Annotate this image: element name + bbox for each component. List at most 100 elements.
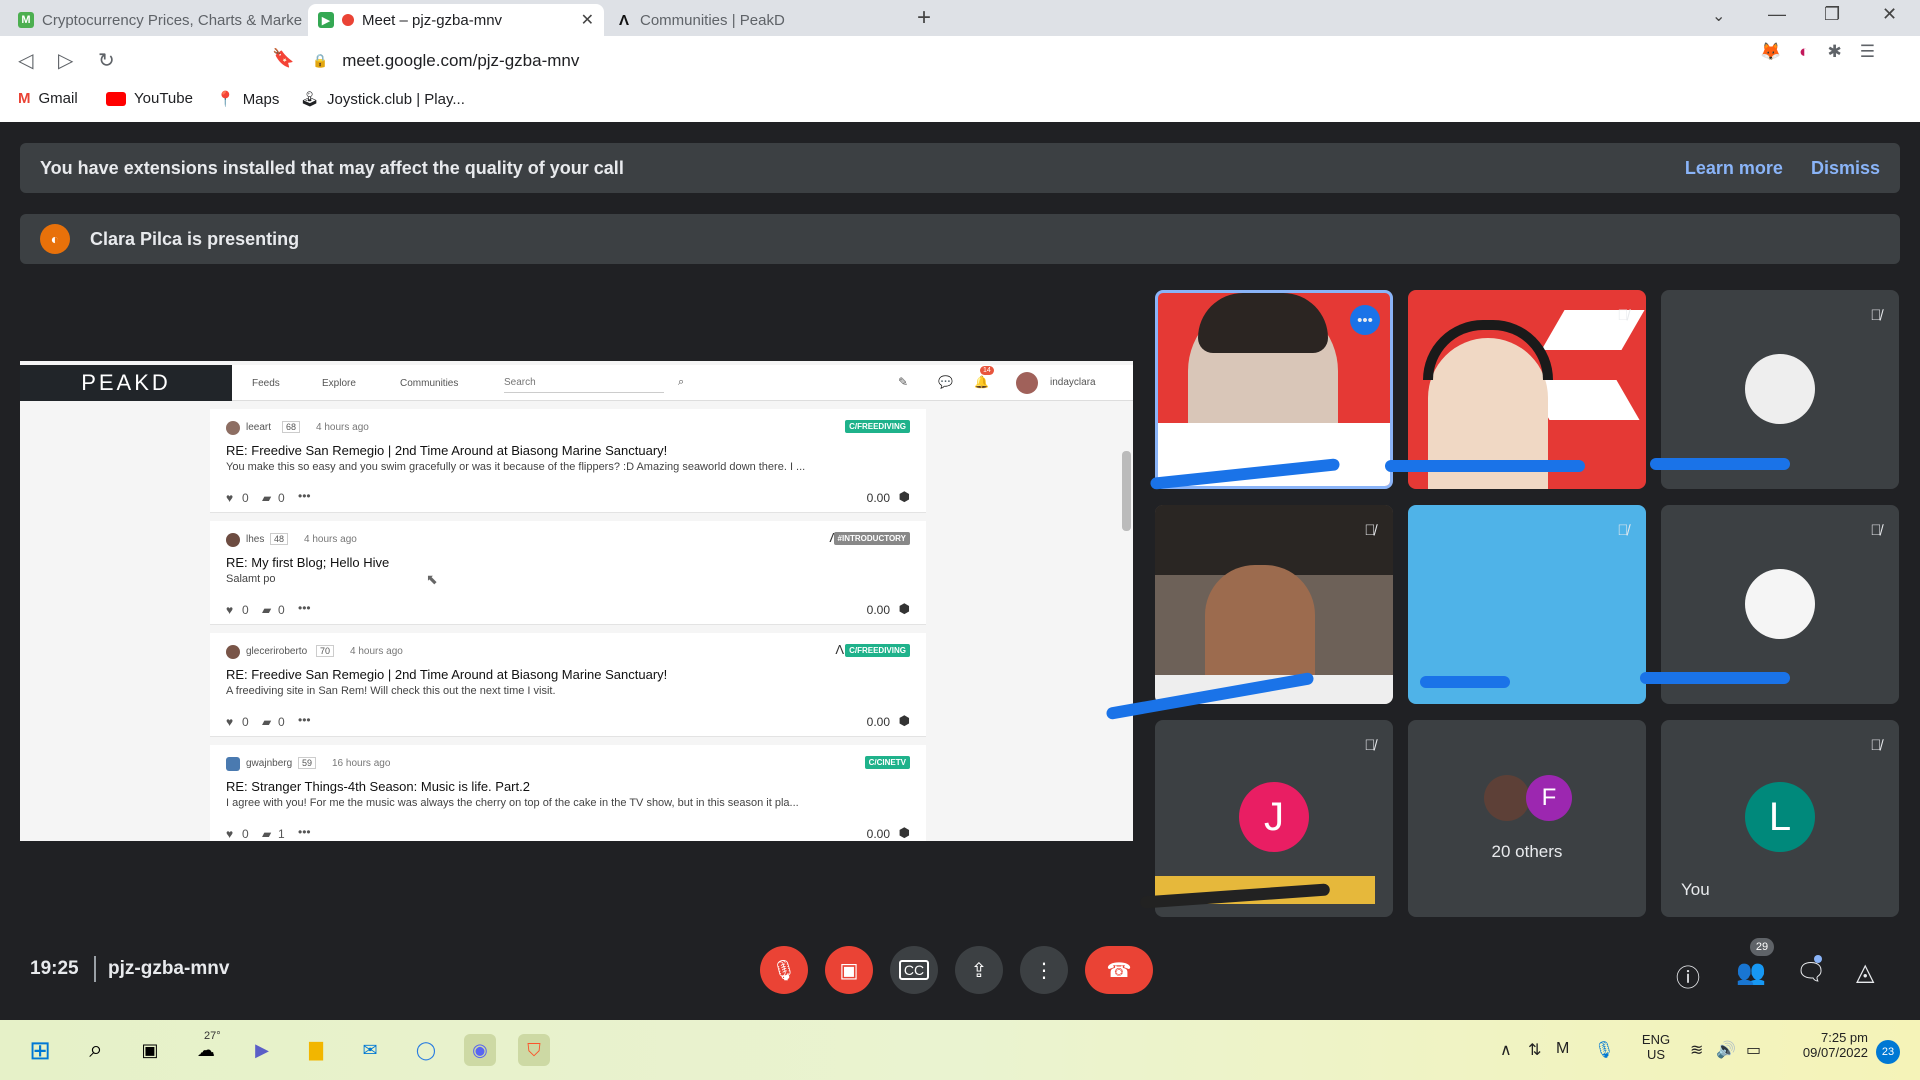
people-icon[interactable]: 👥 xyxy=(1736,958,1766,987)
captions-button[interactable]: CC xyxy=(890,946,938,994)
bookmark-gmail[interactable]: M Gmail xyxy=(18,90,78,107)
like-icon[interactable]: ♥ xyxy=(226,491,233,505)
messaging-icon[interactable]: ◯ xyxy=(410,1034,442,1066)
like-icon[interactable]: ♥ xyxy=(226,603,233,617)
pencil-icon[interactable]: ✎ xyxy=(898,375,908,389)
list-item[interactable]: gleceriroberto 70 4 hours ago Λ C/FREEDI… xyxy=(210,633,926,737)
nav-explore[interactable]: Explore xyxy=(322,378,356,389)
network-sync-icon[interactable]: ⇅ xyxy=(1528,1040,1541,1060)
clock[interactable]: 7:25 pm 09/07/2022 xyxy=(1784,1030,1868,1060)
more-icon[interactable]: ••• xyxy=(298,825,311,839)
microphone-icon[interactable]: 🎙 xyxy=(1594,1040,1614,1060)
post-author[interactable]: gleceriroberto xyxy=(246,646,307,657)
chevron-up-icon[interactable]: ∧ xyxy=(1500,1040,1512,1060)
info-icon[interactable]: ⓘ xyxy=(1676,958,1700,993)
forward-icon[interactable]: ▷ xyxy=(58,48,73,73)
post-author[interactable]: leeart xyxy=(246,422,271,433)
camera-toggle-button[interactable]: ▣ xyxy=(825,946,873,994)
user-avatar[interactable] xyxy=(1016,372,1038,394)
participant-tile[interactable]: ••• xyxy=(1155,290,1393,489)
learn-more-link[interactable]: Learn more xyxy=(1685,158,1783,179)
tab-search-icon[interactable]: ⌄ xyxy=(1712,6,1725,26)
task-view-icon[interactable]: ▣ xyxy=(134,1034,166,1066)
extension-icon[interactable]: ◐ xyxy=(1799,42,1809,62)
participant-tile[interactable]: 🎙̸ xyxy=(1155,505,1393,704)
new-tab-button[interactable]: + xyxy=(917,4,931,32)
search-icon[interactable]: ⌕ xyxy=(678,376,684,389)
list-item[interactable]: gwajnberg 59 16 hours ago C/CINETV RE: S… xyxy=(210,745,926,841)
post-title[interactable]: RE: Stranger Things-4th Season: Music is… xyxy=(226,779,530,794)
puzzle-icon[interactable]: ✱ xyxy=(1827,42,1841,62)
bookmark-joystick[interactable]: 🕹 Joystick.club | Play... xyxy=(300,90,465,109)
battery-icon[interactable]: ▭ xyxy=(1746,1040,1761,1060)
post-author[interactable]: lhes xyxy=(246,534,264,545)
gmail-tray-icon[interactable]: M xyxy=(1556,1040,1569,1058)
post-title[interactable]: RE: Freedive San Remegio | 2nd Time Arou… xyxy=(226,667,667,682)
nav-communities[interactable]: Communities xyxy=(400,378,458,389)
more-icon[interactable]: ••• xyxy=(298,713,311,727)
comment-icon[interactable]: ▰ xyxy=(262,715,271,729)
chat-icon[interactable]: 💬 xyxy=(938,375,953,389)
present-button[interactable]: ⇪ xyxy=(955,946,1003,994)
like-icon[interactable]: ♥ xyxy=(226,715,233,729)
metamask-icon[interactable]: 🦊 xyxy=(1760,42,1781,62)
list-item[interactable]: leeart 68 4 hours ago C/FREEDIVING RE: F… xyxy=(210,409,926,513)
wifi-icon[interactable]: ≋ xyxy=(1690,1040,1703,1060)
chat-icon[interactable]: 🗨 xyxy=(1796,958,1826,987)
community-tag[interactable]: #INTRODUCTORY xyxy=(833,532,910,545)
omnibox[interactable]: 🔒 meet.google.com/pjz-gzba-mnv xyxy=(312,44,1612,78)
self-tile[interactable]: L You 🎙̸ xyxy=(1661,720,1899,917)
participant-tile[interactable]: 🎙̸ xyxy=(1408,505,1646,704)
mic-toggle-button[interactable]: 🎙 xyxy=(760,946,808,994)
brave-icon[interactable]: ⛉ xyxy=(518,1034,550,1066)
comment-icon[interactable]: ▰ xyxy=(262,491,271,505)
post-author[interactable]: gwajnberg xyxy=(246,758,292,769)
post-title[interactable]: RE: Freedive San Remegio | 2nd Time Arou… xyxy=(226,443,667,458)
nav-feeds[interactable]: Feeds xyxy=(252,378,280,389)
teams-icon[interactable]: ▶ xyxy=(246,1034,278,1066)
activities-icon[interactable]: ◬ xyxy=(1856,958,1874,987)
restore-button[interactable]: ❐ xyxy=(1824,4,1840,25)
notification-count[interactable]: 23 xyxy=(1876,1040,1900,1064)
volume-icon[interactable]: 🔊 xyxy=(1716,1040,1736,1060)
community-tag[interactable]: C/FREEDIVING xyxy=(845,644,910,657)
peakd-search-input[interactable] xyxy=(504,373,664,393)
file-explorer-icon[interactable]: ▇ xyxy=(300,1034,332,1066)
tab-meet[interactable]: ▶ Meet – pjz-gzba-mnv ✕ xyxy=(308,4,604,36)
dismiss-button[interactable]: Dismiss xyxy=(1811,158,1880,179)
post-title[interactable]: RE: My first Blog; Hello Hive xyxy=(226,555,389,570)
username[interactable]: indayclara xyxy=(1050,377,1096,388)
tab-peakd[interactable]: Λ Communities | PeakD xyxy=(606,4,902,36)
comment-icon[interactable]: ▰ xyxy=(262,827,271,841)
windows-start-icon[interactable]: ⊞ xyxy=(24,1034,56,1066)
close-window-button[interactable]: ✕ xyxy=(1882,4,1897,25)
leave-call-button[interactable]: ☎ xyxy=(1085,946,1153,994)
comment-icon[interactable]: ▰ xyxy=(262,603,271,617)
bookmark-maps[interactable]: 📍 Maps xyxy=(216,90,279,109)
community-tag[interactable]: C/CINETV xyxy=(864,756,910,769)
tab-coinmarket[interactable]: M Cryptocurrency Prices, Charts & Marke xyxy=(8,4,308,36)
meeting-code[interactable]: pjz-gzba-mnv xyxy=(108,958,229,980)
like-icon[interactable]: ♥ xyxy=(226,827,233,841)
search-icon[interactable]: ⌕ xyxy=(80,1034,112,1066)
scrollbar[interactable] xyxy=(1122,451,1131,531)
bookmark-youtube[interactable]: YouTube xyxy=(106,90,193,107)
language-indicator[interactable]: ENG US xyxy=(1636,1032,1676,1062)
discord-icon[interactable]: ◉ xyxy=(464,1034,496,1066)
community-tag[interactable]: C/FREEDIVING xyxy=(845,420,910,433)
bookmark-icon[interactable]: 🔖 xyxy=(272,48,294,69)
more-icon[interactable]: ••• xyxy=(298,601,311,615)
url-text[interactable]: meet.google.com/pjz-gzba-mnv xyxy=(342,51,579,71)
others-tile[interactable]: F 20 others xyxy=(1408,720,1646,917)
more-icon[interactable]: ••• xyxy=(298,489,311,503)
menu-icon[interactable]: ☰ xyxy=(1860,42,1875,62)
close-tab-icon[interactable]: ✕ xyxy=(581,10,594,30)
more-options-button[interactable]: ⋮ xyxy=(1020,946,1068,994)
list-item[interactable]: lhes 48 4 hours ago Λ #INTRODUCTORY RE: … xyxy=(210,521,926,625)
minimize-button[interactable]: — xyxy=(1768,4,1786,25)
more-options-icon[interactable]: ••• xyxy=(1350,305,1380,335)
mail-icon[interactable]: ✉ xyxy=(354,1034,386,1066)
reload-icon[interactable]: ↻ xyxy=(98,48,115,73)
back-icon[interactable]: ◁ xyxy=(18,48,33,73)
bell-icon[interactable]: 🔔 xyxy=(974,375,989,389)
